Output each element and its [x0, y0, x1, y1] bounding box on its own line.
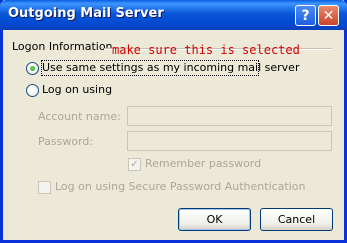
spa-checkbox[interactable]	[38, 181, 51, 194]
password-label: Password:	[38, 135, 94, 148]
log-on-using-label[interactable]: Log on using	[42, 83, 112, 96]
use-same-settings-label[interactable]: Use same settings as my incoming mail se…	[42, 61, 299, 74]
account-name-label: Account name:	[38, 110, 121, 123]
help-button[interactable]: ?	[295, 5, 316, 26]
ok-button[interactable]: OK	[178, 208, 251, 231]
remember-password-checkbox[interactable]: ✓	[128, 158, 141, 171]
radio-selected-dot	[30, 66, 35, 71]
password-input[interactable]	[127, 131, 332, 151]
remember-password-label[interactable]: Remember password	[145, 157, 261, 170]
close-icon: ✕	[322, 7, 335, 24]
annotation-text: make sure this is selected	[112, 43, 300, 57]
account-name-input[interactable]	[127, 106, 332, 126]
group-label: Logon Information	[12, 40, 113, 53]
log-on-using-radio[interactable]	[26, 84, 39, 97]
checkmark-icon: ✓	[130, 159, 139, 170]
help-icon: ?	[301, 7, 310, 24]
cancel-button[interactable]: Cancel	[260, 208, 333, 231]
window-title: Outgoing Mail Server	[8, 6, 164, 21]
use-same-settings-radio[interactable]	[26, 62, 39, 75]
close-button[interactable]: ✕	[318, 5, 339, 26]
title-bar[interactable]: Outgoing Mail Server ? ✕	[0, 0, 347, 30]
spa-label[interactable]: Log on using Secure Password Authenticat…	[55, 180, 306, 193]
